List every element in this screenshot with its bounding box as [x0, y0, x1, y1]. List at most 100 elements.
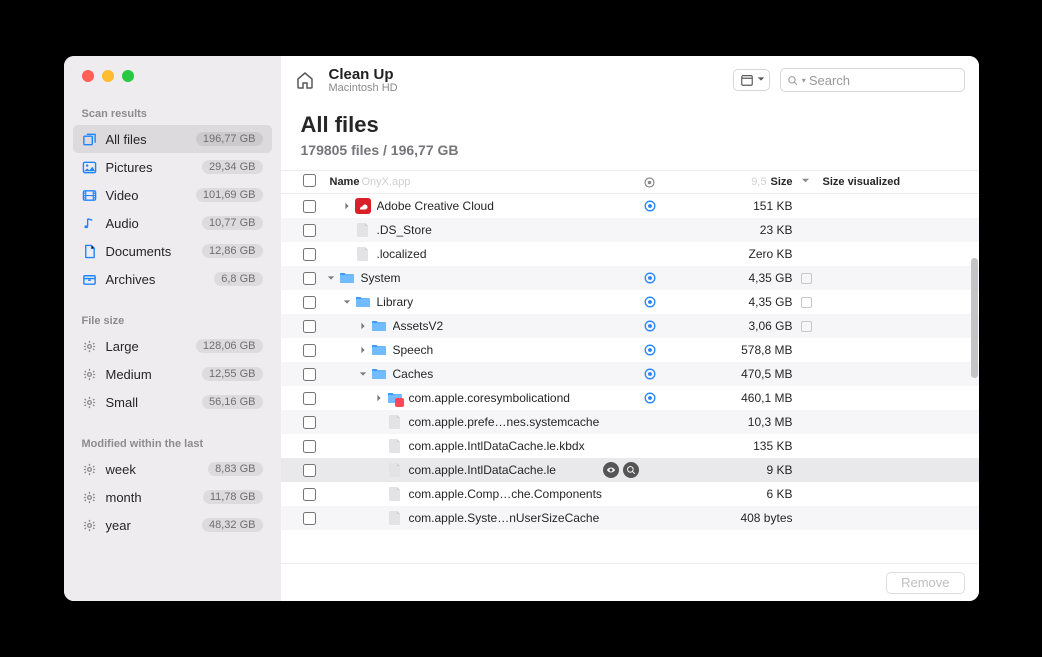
gear-icon	[82, 489, 98, 505]
audio-icon	[82, 215, 98, 231]
file-size: 3,06 GB	[661, 319, 801, 333]
row-checkbox[interactable]	[303, 320, 316, 333]
sidebar-item-documents[interactable]: Documents12,86 GB	[73, 237, 272, 265]
sidebar-item-badge: 128,06 GB	[196, 339, 263, 353]
sidebar-item-pictures[interactable]: Pictures29,34 GB	[73, 153, 272, 181]
file-icon	[387, 510, 403, 526]
table-row[interactable]: AssetsV2 3,06 GB	[281, 314, 979, 338]
reveal-button[interactable]	[623, 462, 639, 478]
table-row[interactable]: com.apple.prefe…nes.systemcache10,3 MB	[281, 410, 979, 434]
quicklook-button[interactable]	[603, 462, 619, 478]
file-size: 460,1 MB	[661, 391, 801, 405]
sidebar-section-label: Scan results	[64, 104, 281, 125]
row-checkbox[interactable]	[303, 488, 316, 501]
row-checkbox[interactable]	[303, 224, 316, 237]
file-size: 4,35 GB	[661, 271, 801, 285]
view-options-popup[interactable]	[733, 69, 770, 91]
disclosure-triangle[interactable]	[357, 322, 369, 330]
column-size[interactable]: 9,5Size	[661, 176, 801, 188]
table-row[interactable]: com.apple.IntlDataCache.le.kbdx135 KB	[281, 434, 979, 458]
table-row[interactable]: .DS_Store23 KB	[281, 218, 979, 242]
home-button[interactable]	[291, 68, 319, 92]
row-checkbox[interactable]	[303, 392, 316, 405]
row-checkbox[interactable]	[303, 344, 316, 357]
sidebar-item-label: week	[106, 462, 209, 477]
table-row[interactable]: System4,35 GB	[281, 266, 979, 290]
scrollbar-thumb[interactable]	[971, 258, 978, 378]
sidebar-item-week[interactable]: week8,83 GB	[73, 455, 272, 483]
row-checkbox[interactable]	[303, 416, 316, 429]
table-row[interactable]: Speech578,8 MB	[281, 338, 979, 362]
row-checkbox[interactable]	[303, 200, 316, 213]
file-name: AssetsV2	[393, 319, 639, 333]
sidebar-item-audio[interactable]: Audio10,77 GB	[73, 209, 272, 237]
row-checkbox[interactable]	[303, 272, 316, 285]
table-row[interactable]: com.apple.Comp…che.Components6 KB	[281, 482, 979, 506]
disclosure-triangle[interactable]	[341, 298, 353, 306]
file-table[interactable]: Adobe Creative Cloud 151 KB .DS_Store23 KB…	[281, 194, 979, 563]
column-icloud[interactable]	[639, 176, 661, 189]
column-size-visualized[interactable]: Size visualized	[811, 176, 971, 188]
disclosure-triangle[interactable]	[341, 202, 353, 210]
footer: Remove	[281, 563, 979, 601]
table-row[interactable]: Library4,35 GB	[281, 290, 979, 314]
minimize-window-button[interactable]	[102, 70, 114, 82]
file-name: com.apple.IntlDataCache.le	[409, 463, 599, 477]
search-field[interactable]: ▾	[780, 68, 965, 92]
close-window-button[interactable]	[82, 70, 94, 82]
file-size: 23 KB	[661, 223, 801, 237]
remove-button[interactable]: Remove	[886, 572, 964, 594]
sidebar-item-large[interactable]: Large128,06 GB	[73, 332, 272, 360]
sidebar-item-medium[interactable]: Medium12,55 GB	[73, 360, 272, 388]
search-input[interactable]	[809, 73, 958, 88]
file-size: 9 KB	[661, 463, 801, 477]
window-subtitle: Macintosh HD	[329, 82, 723, 94]
disclosure-triangle[interactable]	[373, 394, 385, 402]
sidebar-item-all-files[interactable]: All files196,77 GB	[73, 125, 272, 153]
file-name: Adobe Creative Cloud	[377, 199, 639, 213]
gear-icon	[82, 338, 98, 354]
row-checkbox[interactable]	[303, 296, 316, 309]
table-row[interactable]: com.apple.coresymbolicationd460,1 MB	[281, 386, 979, 410]
row-checkbox[interactable]	[303, 248, 316, 261]
file-size: 151 KB	[661, 199, 801, 213]
file-name: Library	[377, 295, 639, 309]
sidebar-item-year[interactable]: year48,32 GB	[73, 511, 272, 539]
sidebar-item-label: Pictures	[106, 160, 203, 175]
title-block: Clean Up Macintosh HD	[329, 66, 723, 94]
sidebar-item-label: Large	[106, 339, 196, 354]
disclosure-triangle[interactable]	[325, 274, 337, 282]
row-checkbox[interactable]	[303, 464, 316, 477]
table-header: NameOnyX.app 9,5Size Size visualized	[281, 170, 979, 194]
table-row[interactable]: com.apple.Syste…nUserSizeCache408 bytes	[281, 506, 979, 530]
sidebar-item-badge: 196,77 GB	[196, 132, 263, 146]
file-icon	[387, 462, 403, 478]
sidebar-item-badge: 29,34 GB	[202, 160, 262, 174]
documents-icon	[82, 243, 98, 259]
table-row[interactable]: Caches470,5 MB	[281, 362, 979, 386]
sidebar-section-label: File size	[64, 311, 281, 332]
select-all-checkbox[interactable]	[303, 174, 316, 187]
sidebar-item-archives[interactable]: Archives6,8 GB	[73, 265, 272, 293]
row-checkbox[interactable]	[303, 512, 316, 525]
row-checkbox[interactable]	[303, 368, 316, 381]
table-row[interactable]: .localizedZero KB	[281, 242, 979, 266]
search-icon	[787, 74, 798, 87]
icloud-indicator-icon	[639, 367, 661, 381]
sidebar-item-video[interactable]: Video101,69 GB	[73, 181, 272, 209]
table-row[interactable]: com.apple.IntlDataCache.le 9 KB	[281, 458, 979, 482]
sidebar-item-badge: 12,55 GB	[202, 367, 262, 381]
column-name[interactable]: NameOnyX.app	[325, 176, 639, 188]
app-window: Scan resultsAll files196,77 GBPictures29…	[64, 56, 979, 601]
disclosure-triangle[interactable]	[357, 370, 369, 378]
row-checkbox[interactable]	[303, 440, 316, 453]
sidebar-item-month[interactable]: month11,78 GB	[73, 483, 272, 511]
sidebar-item-label: year	[106, 518, 203, 533]
zoom-window-button[interactable]	[122, 70, 134, 82]
window-controls	[64, 70, 281, 82]
sidebar-item-badge: 11,78 GB	[203, 490, 263, 504]
table-row[interactable]: Adobe Creative Cloud 151 KB	[281, 194, 979, 218]
sidebar-item-small[interactable]: Small56,16 GB	[73, 388, 272, 416]
disclosure-triangle[interactable]	[357, 346, 369, 354]
chevron-down-icon	[757, 71, 765, 89]
